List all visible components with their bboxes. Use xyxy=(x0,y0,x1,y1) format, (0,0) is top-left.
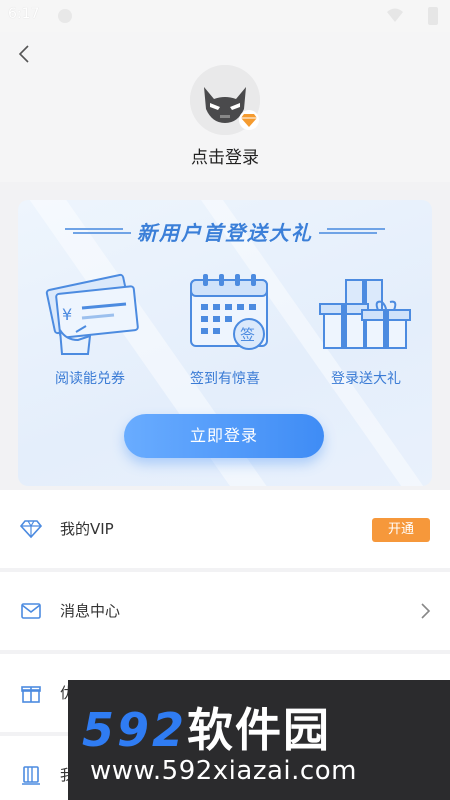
perk-calendar: 签 签到有惊喜 xyxy=(165,270,285,388)
wifi-icon xyxy=(387,8,403,22)
watermark-logo-number: 592 xyxy=(82,703,188,757)
gift-icon xyxy=(21,686,41,703)
title-decoration-right xyxy=(319,226,385,236)
vip-badge xyxy=(239,110,259,130)
notification-icon xyxy=(58,9,72,23)
watermark-url: www.592xiazai.com xyxy=(90,756,357,786)
ticket-currency: ¥ xyxy=(62,305,72,324)
status-bar: 6:17 xyxy=(0,0,450,32)
login-now-button[interactable]: 立即登录 xyxy=(124,414,324,458)
perk-ticket: ¥ 阅读能兑券 xyxy=(30,270,150,388)
diamond-icon xyxy=(20,520,42,539)
watermark-logo-text: 软件园 xyxy=(187,703,332,757)
perk-gifts: 登录送大礼 xyxy=(306,270,426,388)
menu-item-messages[interactable]: 消息中心 xyxy=(0,572,450,650)
menu-item-label: 消息中心 xyxy=(60,602,121,620)
books-icon xyxy=(22,766,40,785)
banner-title-row: 新用户首登送大礼 xyxy=(18,216,432,246)
diamond-badge-icon xyxy=(241,114,257,127)
title-decoration-left xyxy=(65,226,131,236)
chevron-left-icon xyxy=(18,45,29,63)
perk-label: 登录送大礼 xyxy=(331,371,401,387)
watermark-logo: 592软件园 xyxy=(82,694,331,760)
ticket-icon: ¥ xyxy=(45,273,139,355)
chevron-right-icon xyxy=(421,603,431,619)
back-button[interactable] xyxy=(10,40,38,68)
banner-title: 新用户首登送大礼 xyxy=(137,220,313,245)
menu-item-label: 我的VIP xyxy=(60,520,114,538)
menu-item-vip[interactable]: 我的VIP 开通 xyxy=(0,490,450,568)
calendar-stamp: 签 xyxy=(240,326,255,344)
battery-icon xyxy=(428,7,438,25)
new-user-banner: 新用户首登送大礼 ¥ 阅读能兑券 签 签到有惊喜 登录送大礼 立即登录 xyxy=(18,200,432,486)
calendar-icon: 签 xyxy=(190,274,268,350)
gift-boxes-icon xyxy=(319,279,411,349)
perk-label: 阅读能兑券 xyxy=(55,371,125,387)
open-vip-button[interactable]: 开通 xyxy=(372,518,430,542)
watermark-overlay: 592软件园 www.592xiazai.com xyxy=(68,680,450,800)
perk-label: 签到有惊喜 xyxy=(190,371,260,387)
status-time: 6:17 xyxy=(8,6,40,22)
login-prompt[interactable]: 点击登录 xyxy=(0,143,450,168)
mail-icon xyxy=(21,603,41,619)
